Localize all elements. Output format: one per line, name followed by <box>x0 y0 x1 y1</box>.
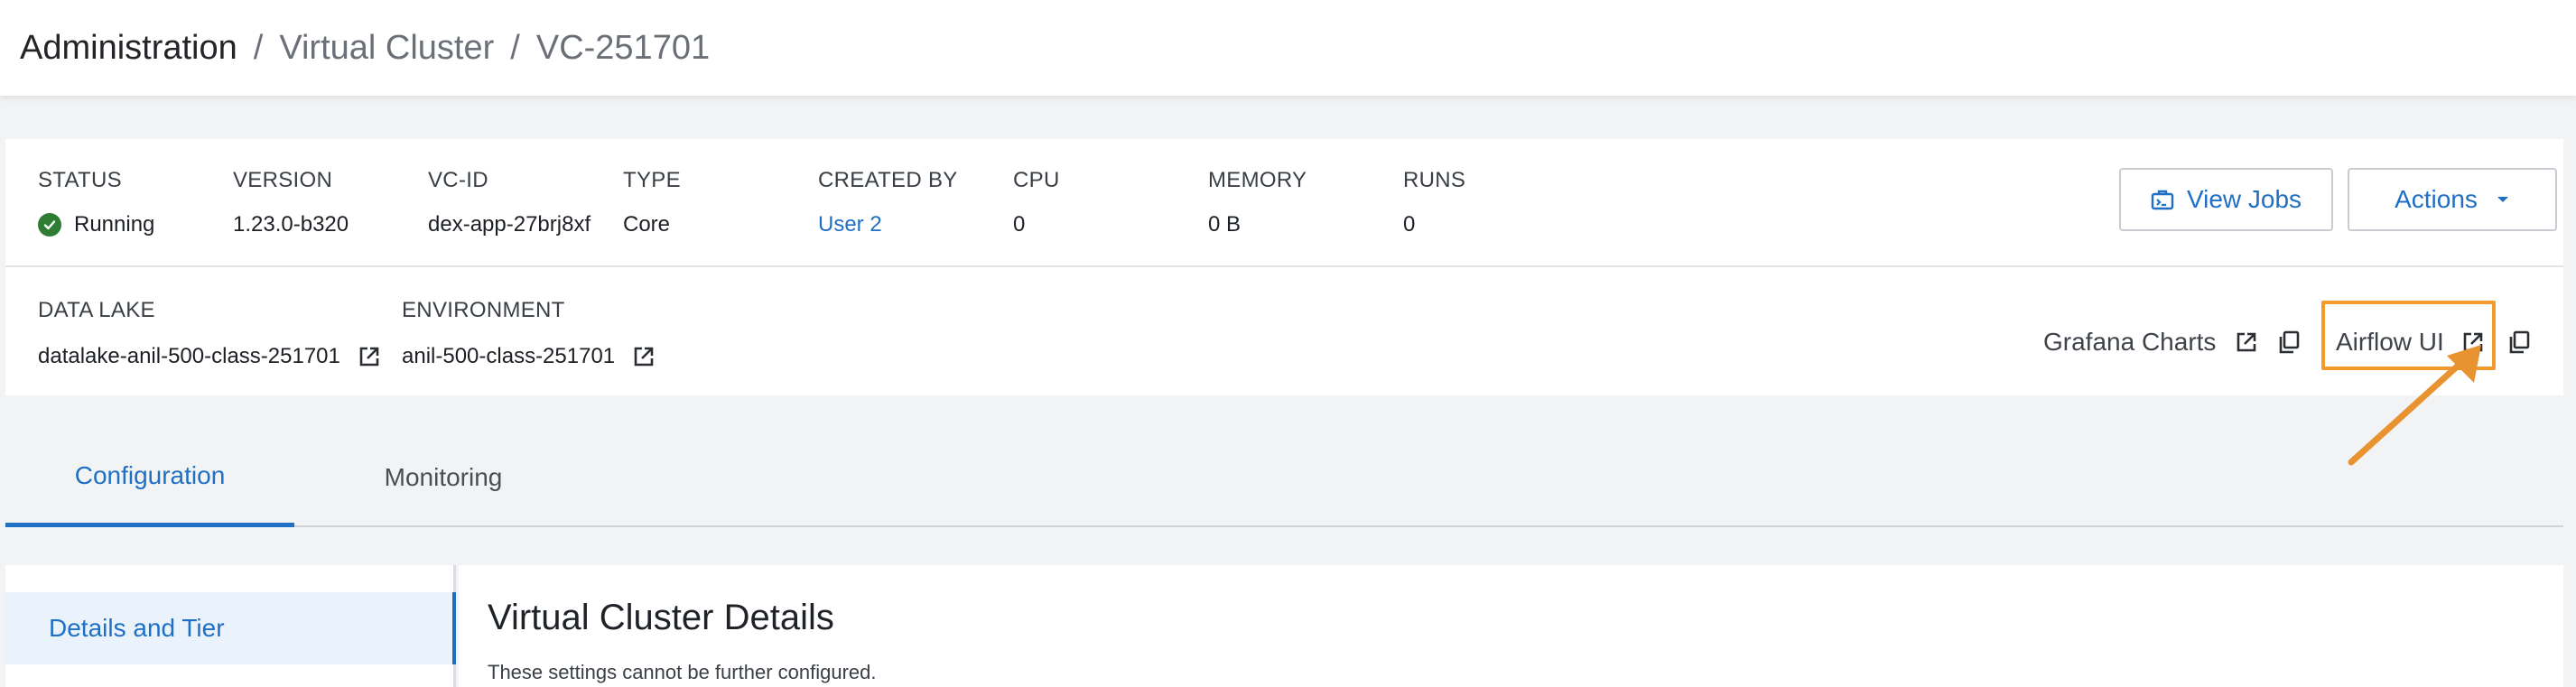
tab-bar: Configuration Monitoring <box>5 428 2563 527</box>
actions-button[interactable]: Actions <box>2348 168 2557 231</box>
details-title: Virtual Cluster Details <box>488 598 834 637</box>
external-link-icon[interactable] <box>357 344 382 369</box>
created-by-link[interactable]: User 2 <box>818 211 958 238</box>
caret-down-icon <box>2496 195 2510 204</box>
actions-label: Actions <box>2395 185 2478 213</box>
check-circle-icon <box>38 213 61 237</box>
copy-icon[interactable] <box>2507 330 2531 355</box>
stat-label: VC-ID <box>428 168 488 192</box>
stat-vc-id: VC-ID dex-app-27brj8xf <box>428 168 591 238</box>
stat-runs: RUNS 0 <box>1403 168 1465 238</box>
data-lake-value: datalake-anil-500-class-251701 <box>38 344 340 368</box>
copy-icon[interactable] <box>2277 330 2301 355</box>
environment-value-row: anil-500-class-251701 <box>402 343 656 370</box>
breadcrumb-administration[interactable]: Administration <box>20 29 237 68</box>
grafana-charts-label: Grafana Charts <box>2043 328 2217 356</box>
details-subtitle: These settings cannot be further configu… <box>488 661 877 683</box>
type-value: Core <box>623 212 671 237</box>
stat-label: MEMORY <box>1208 168 1307 192</box>
view-jobs-button[interactable]: View Jobs <box>2119 168 2333 231</box>
breadcrumb-virtual-cluster[interactable]: Virtual Cluster <box>279 29 494 68</box>
stat-label: RUNS <box>1403 168 1466 192</box>
stat-created-by: CREATED BY User 2 <box>818 168 958 238</box>
stat-label: VERSION <box>233 168 333 192</box>
details-panel: Virtual Cluster Details These settings c… <box>459 565 2563 687</box>
stat-label: CPU <box>1013 168 1060 192</box>
view-jobs-label: View Jobs <box>2186 185 2302 213</box>
breadcrumb-current: VC-251701 <box>535 28 711 67</box>
breadcrumb-separator: / <box>253 28 264 67</box>
stat-value-row: Running <box>38 211 154 238</box>
external-link-icon[interactable] <box>2234 330 2259 355</box>
memory-value: 0 B <box>1208 212 1242 237</box>
stat-label: STATUS <box>38 168 122 192</box>
stat-version: VERSION 1.23.0-b320 <box>233 168 349 238</box>
breadcrumb-separator: / <box>510 28 520 67</box>
environment-field: ENVIRONMENT anil-500-class-251701 <box>402 298 656 370</box>
summary-stats-row: STATUS Running VERSION 1.23.0-b320 VC-ID… <box>5 139 2563 267</box>
stat-label: DATA LAKE <box>38 298 155 322</box>
data-lake-field: DATA LAKE datalake-anil-500-class-251701 <box>38 298 382 370</box>
stat-cpu: CPU 0 <box>1013 168 1060 238</box>
status-value: Running <box>74 212 155 237</box>
cpu-value: 0 <box>1013 212 1026 237</box>
environment-value: anil-500-class-251701 <box>402 344 616 368</box>
stat-label: CREATED BY <box>818 168 958 192</box>
data-lake-value-row: datalake-anil-500-class-251701 <box>38 343 382 370</box>
tab-configuration[interactable]: Configuration <box>5 428 294 527</box>
version-value: 1.23.0-b320 <box>233 212 349 237</box>
tab-monitoring[interactable]: Monitoring <box>294 428 592 527</box>
breadcrumb: Administration / Virtual Cluster / VC-25… <box>0 0 2576 96</box>
stat-type: TYPE Core <box>623 168 681 238</box>
stat-memory: MEMORY 0 B <box>1208 168 1307 238</box>
vc-id-value: dex-app-27brj8xf <box>428 212 591 237</box>
stat-label: ENVIRONMENT <box>402 298 565 322</box>
stat-label: TYPE <box>623 168 681 192</box>
jobs-icon <box>2151 189 2174 210</box>
external-link-icon[interactable] <box>631 344 656 369</box>
sidebar-item-details-and-tier[interactable]: Details and Tier <box>5 592 456 664</box>
runs-value: 0 <box>1403 212 1416 237</box>
settings-sidebar: Details and Tier <box>5 565 456 687</box>
grafana-charts-link[interactable]: Grafana Charts <box>2043 321 2301 363</box>
stat-status: STATUS Running <box>38 168 154 238</box>
